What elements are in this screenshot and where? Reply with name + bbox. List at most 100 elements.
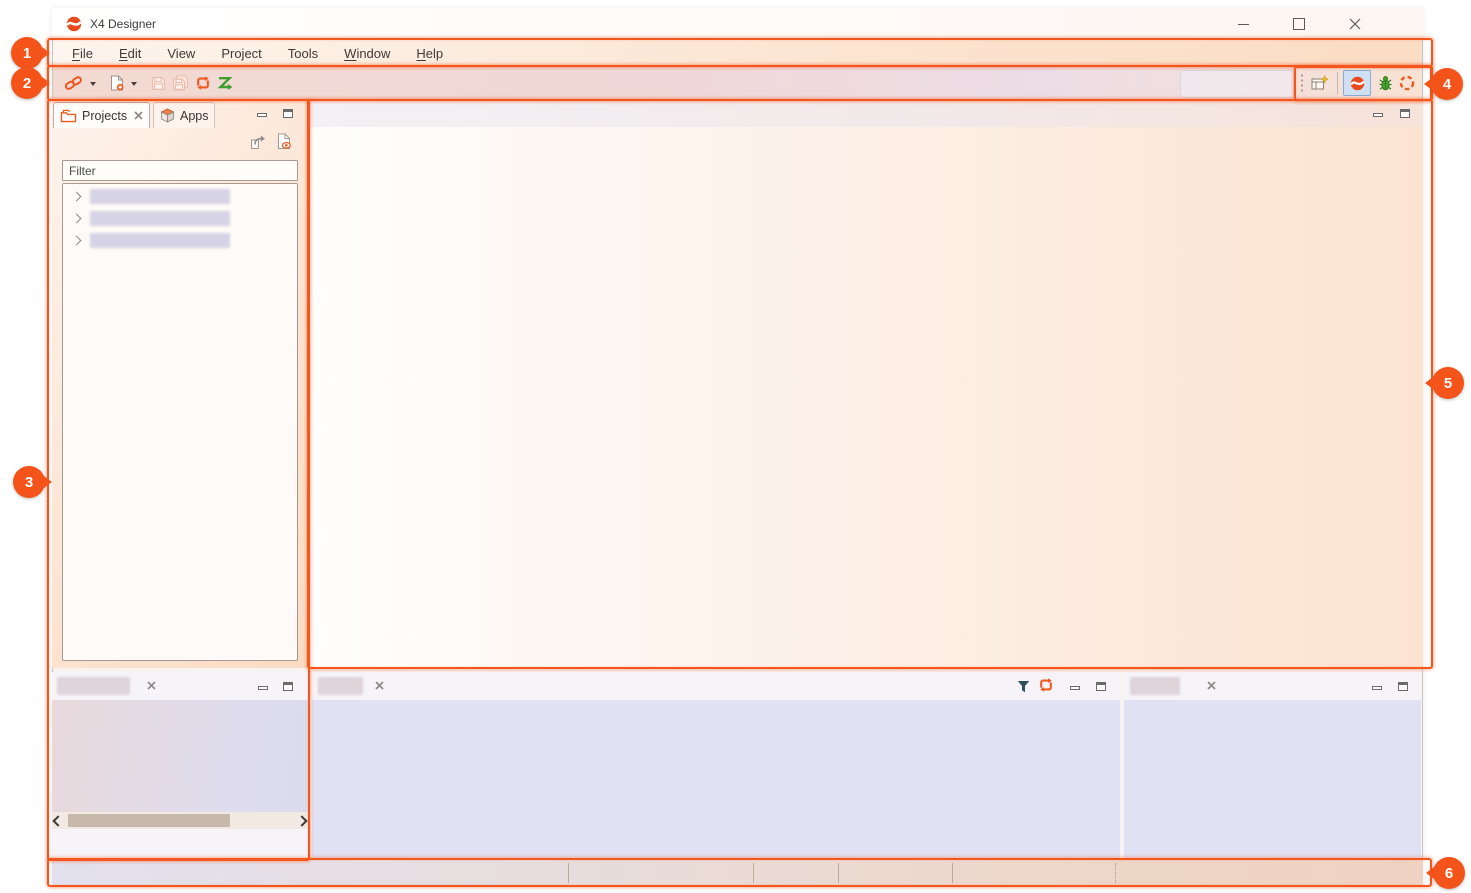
view-minimize-button[interactable] [1369, 680, 1385, 696]
save-button[interactable] [148, 70, 169, 96]
menu-item-tools[interactable]: Tools [275, 44, 331, 63]
bottom-left-tabbar [52, 672, 308, 700]
bottom-right-content[interactable] [1124, 700, 1421, 858]
save-all-button[interactable] [169, 70, 192, 96]
show-files-button[interactable] [276, 133, 292, 149]
callout-number: 2 [23, 75, 31, 92]
minimize-icon [1238, 24, 1249, 25]
statusbar-separator [952, 863, 953, 883]
scroll-left-button[interactable] [52, 812, 64, 829]
window-maximize-button[interactable] [1289, 14, 1309, 34]
save-icon-disabled [151, 76, 166, 91]
x4-perspective-button[interactable] [1343, 70, 1371, 96]
menu-item-project[interactable]: Project [208, 44, 274, 63]
callout-badge-3: 3 [13, 466, 45, 498]
menu-item-help[interactable]: Help [403, 44, 456, 63]
filter-input[interactable] [62, 160, 298, 181]
file-eye-icon [277, 133, 291, 150]
refresh-button[interactable] [192, 70, 214, 96]
open-perspective-button[interactable] [1308, 70, 1332, 96]
connect-button[interactable] [61, 70, 86, 96]
menu-item-file[interactable]: File [59, 44, 106, 63]
callout-badge-2: 2 [11, 67, 43, 99]
projects-folder-icon [60, 109, 77, 123]
window-close-button[interactable] [1345, 14, 1365, 34]
maximize-icon [283, 682, 293, 691]
menubar: FileEditViewProjectToolsWindowHelp [53, 40, 1422, 66]
callout-number: 4 [1443, 76, 1451, 93]
callout-badge-1: 1 [11, 37, 43, 69]
refresh-view-button[interactable] [1038, 677, 1054, 693]
toolbar-drag-handle[interactable] [1300, 73, 1304, 93]
projects-view: Projects Apps [52, 100, 308, 668]
tab-close-icon[interactable] [147, 681, 156, 690]
maximize-icon [1293, 18, 1305, 30]
redacted-project-name [90, 211, 230, 226]
statusbar-separator [753, 863, 754, 883]
bottom-middle-tabbar [312, 672, 1120, 700]
callout-badge-4: 4 [1431, 68, 1463, 100]
filter-button[interactable] [1015, 678, 1031, 694]
callout-number: 1 [23, 45, 31, 62]
expand-chevron-icon[interactable] [72, 191, 82, 201]
view-maximize-button[interactable] [280, 105, 296, 121]
menu-item-view[interactable]: View [154, 44, 208, 63]
connect-menu-button[interactable] [86, 70, 101, 96]
scrollbar-thumb[interactable] [68, 814, 230, 827]
horizontal-scrollbar[interactable] [52, 812, 308, 829]
tree-item[interactable] [71, 210, 297, 226]
menu-item-edit[interactable]: Edit [106, 44, 154, 63]
editor-tabstrip [308, 100, 1423, 127]
tab-close-icon[interactable] [134, 111, 143, 120]
x4-perspective-icon [1350, 76, 1365, 91]
editor-content[interactable] [308, 127, 1423, 668]
bottom-left-panel [52, 672, 308, 858]
toolbar-left-group [61, 66, 237, 100]
view-minimize-button[interactable] [254, 107, 270, 123]
chevron-down-icon [90, 82, 96, 89]
expand-chevron-icon[interactable] [72, 213, 82, 223]
callout-badge-5: 5 [1432, 367, 1464, 399]
callout-number: 3 [25, 474, 33, 491]
bottom-middle-content[interactable] [312, 700, 1120, 858]
bottom-left-content[interactable] [52, 700, 308, 812]
redacted-tab-name[interactable] [1130, 677, 1180, 695]
menu-item-window[interactable]: Window [331, 44, 403, 63]
maximize-icon [1400, 109, 1410, 118]
redacted-tab-name[interactable] [318, 677, 363, 695]
scroll-right-button[interactable] [296, 812, 308, 829]
expand-chevron-icon[interactable] [72, 235, 82, 245]
link-with-editor-button[interactable] [250, 134, 266, 150]
tab-projects[interactable]: Projects [53, 102, 150, 128]
annotated-screenshot: X4 Designer FileEditViewProjectToolsWind… [0, 0, 1471, 893]
close-icon [1349, 18, 1361, 30]
tab-apps[interactable]: Apps [153, 102, 215, 128]
main-toolbar [53, 66, 1422, 100]
scrollbar-track[interactable] [64, 812, 296, 829]
tree-item[interactable] [71, 232, 297, 248]
view-minimize-button[interactable] [1067, 680, 1083, 696]
status-bar [52, 860, 1423, 886]
view-maximize-button[interactable] [280, 678, 296, 694]
app-logo-icon [66, 16, 82, 32]
statusbar-dotted-separator [1115, 863, 1116, 883]
new-file-button[interactable] [107, 70, 127, 96]
filter-funnel-icon [1017, 680, 1030, 693]
tree-item[interactable] [71, 188, 297, 204]
view-maximize-button[interactable] [1093, 678, 1109, 694]
view-maximize-button[interactable] [1395, 678, 1411, 694]
tab-close-icon[interactable] [375, 681, 384, 690]
refresh-perspective-button[interactable] [1396, 70, 1418, 96]
minimize-icon [258, 686, 268, 690]
editor-maximize-button[interactable] [1397, 105, 1413, 121]
view-minimize-button[interactable] [255, 680, 271, 696]
callout-number: 6 [1445, 865, 1453, 882]
tab-close-icon[interactable] [1207, 681, 1216, 690]
editor-minimize-button[interactable] [1370, 107, 1386, 123]
simulation-button[interactable] [214, 70, 237, 96]
window-minimize-button[interactable] [1233, 14, 1253, 34]
new-menu-button[interactable] [127, 70, 142, 96]
redacted-tab-name[interactable] [57, 677, 130, 695]
tab-label: Apps [180, 109, 209, 123]
debug-perspective-button[interactable] [1375, 70, 1396, 96]
